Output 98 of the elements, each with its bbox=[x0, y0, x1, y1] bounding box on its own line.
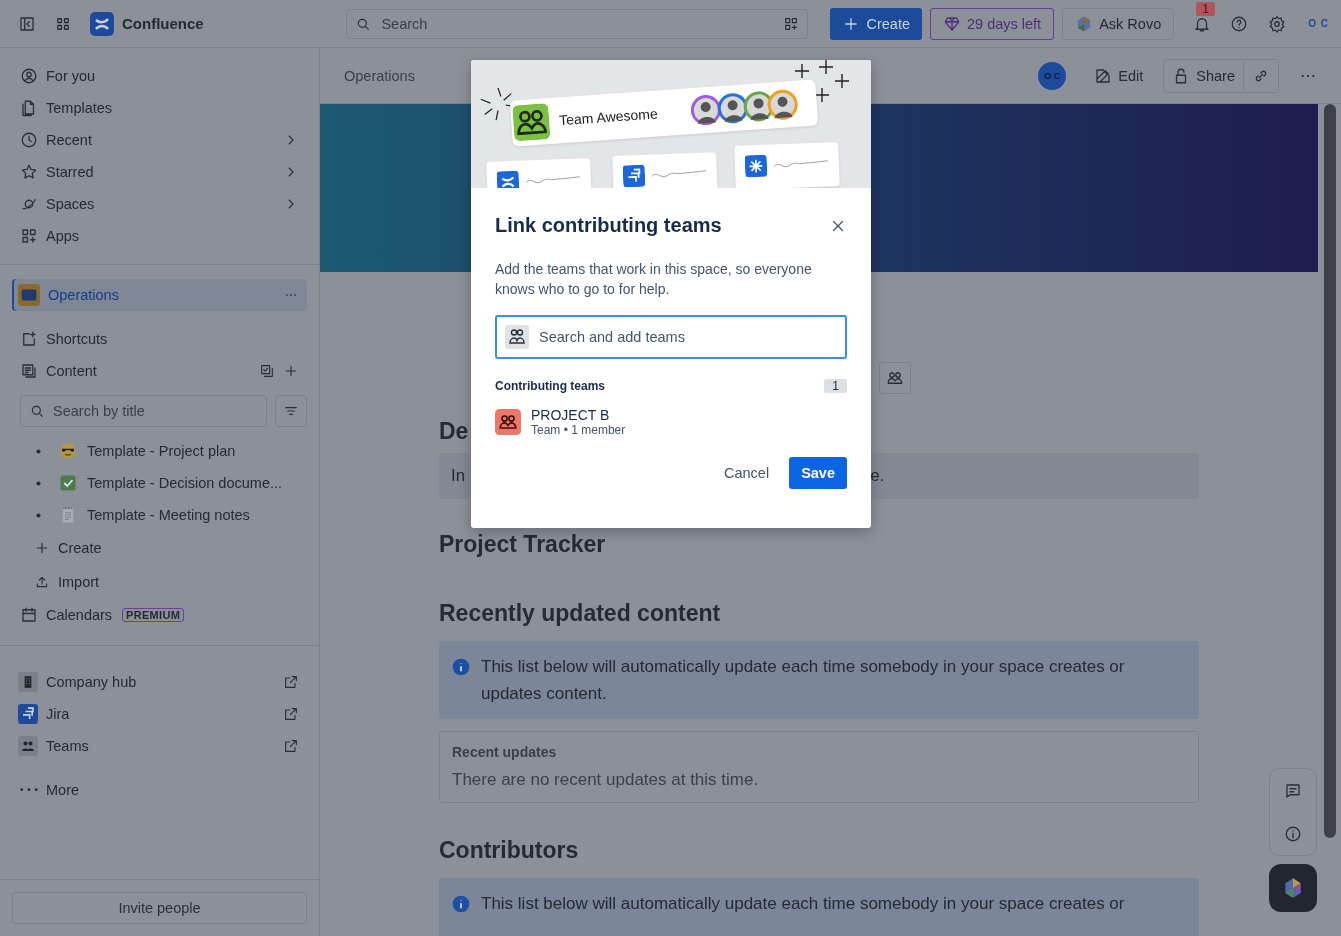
dialog-title: Link contributing teams bbox=[495, 214, 722, 237]
rovo-button[interactable] bbox=[1269, 864, 1317, 912]
checkbox-icon[interactable] bbox=[259, 363, 275, 379]
sidebar-toggle-icon[interactable] bbox=[18, 14, 36, 33]
panel-text: e. bbox=[870, 466, 885, 486]
scrollbar-thumb[interactable] bbox=[1323, 104, 1336, 838]
teams-button[interactable] bbox=[879, 362, 911, 394]
section-heading: Project Tracker bbox=[439, 531, 607, 558]
check-emoji-icon bbox=[59, 474, 77, 492]
premium-badge: PREMIUM bbox=[122, 608, 185, 622]
save-button[interactable]: Save bbox=[789, 457, 847, 489]
building-icon bbox=[18, 672, 38, 692]
page-item[interactable]: Template - Meeting notes bbox=[12, 499, 307, 531]
section-heading: De bbox=[439, 418, 469, 445]
plus-icon bbox=[34, 540, 50, 556]
jira-icon bbox=[18, 704, 38, 724]
nav-item[interactable]: Templates bbox=[12, 92, 307, 124]
bullet-icon bbox=[36, 448, 41, 454]
apps-icon bbox=[20, 227, 38, 245]
nav-item[interactable]: Apps bbox=[12, 220, 307, 252]
bullet-icon bbox=[36, 480, 41, 486]
star-icon bbox=[20, 163, 38, 181]
ask-rovo-button[interactable]: Ask Rovo bbox=[1062, 7, 1175, 40]
team-search-field[interactable]: Search and add teams bbox=[495, 315, 847, 359]
action-item[interactable]: Import bbox=[12, 565, 307, 599]
edit-button[interactable]: Edit bbox=[1086, 59, 1152, 92]
nav-item[interactable]: Calendars PREMIUM bbox=[12, 599, 307, 631]
create-button[interactable]: Create bbox=[830, 7, 922, 40]
invite-people-button[interactable]: Invite people bbox=[12, 892, 307, 924]
pencil-icon bbox=[1094, 66, 1113, 85]
external-link-icon[interactable] bbox=[283, 706, 299, 722]
profile-avatar[interactable]: O C bbox=[1308, 18, 1329, 29]
dialog-description: Add the teams that work in this space, so everyone knows who to go to for help. bbox=[495, 260, 813, 299]
gem-icon bbox=[943, 14, 961, 33]
team-search-input[interactable]: Search and add teams bbox=[537, 328, 837, 346]
page-item[interactable]: Template - Decision docume... bbox=[12, 467, 307, 499]
notification-count: 1 bbox=[1196, 1, 1215, 16]
external-link-icon[interactable] bbox=[283, 738, 299, 754]
nav-item[interactable]: Content bbox=[12, 355, 307, 387]
search-input[interactable]: Search bbox=[379, 14, 776, 33]
app-link[interactable]: Jira bbox=[12, 698, 307, 730]
nav-item[interactable]: Spaces bbox=[12, 188, 307, 220]
nav-item[interactable]: Starred bbox=[12, 156, 307, 188]
card-title: Recent updates bbox=[452, 744, 558, 760]
apps-icon[interactable] bbox=[783, 15, 800, 32]
content-icon bbox=[20, 362, 38, 380]
product-name[interactable]: Confluence bbox=[122, 15, 204, 32]
info-text: This list below will automatically update each time somebody in your space creates or bbox=[481, 893, 1125, 915]
action-item[interactable]: Create bbox=[12, 531, 307, 565]
plus-icon[interactable] bbox=[283, 363, 299, 379]
more-icon bbox=[20, 788, 38, 792]
breadcrumb[interactable]: Operations bbox=[344, 67, 415, 84]
nav-item[interactable]: For you bbox=[12, 60, 307, 92]
calendar-icon bbox=[20, 606, 38, 624]
nav-item[interactable]: More bbox=[12, 774, 307, 806]
trial-button[interactable]: 29 days left bbox=[930, 7, 1055, 40]
info-text: This list below will automatically update each time somebody in your space creates or updates content. bbox=[481, 656, 1126, 705]
empty-message: There are no recent updates at this time. bbox=[452, 770, 760, 790]
section-heading: Recently updated content bbox=[439, 600, 722, 627]
bullet-icon bbox=[36, 512, 41, 518]
cancel-button[interactable]: Cancel bbox=[712, 457, 782, 489]
shortcut-icon bbox=[20, 330, 38, 348]
upload-icon bbox=[34, 574, 50, 590]
team-icon bbox=[512, 103, 551, 142]
space-icon bbox=[18, 284, 40, 306]
team-icon bbox=[505, 325, 529, 349]
section-label: Contributing teams bbox=[495, 379, 605, 393]
comment-icon[interactable] bbox=[1284, 781, 1302, 800]
nav-item[interactable]: Recent bbox=[12, 124, 307, 156]
info-icon[interactable] bbox=[1284, 824, 1302, 843]
sunglasses-emoji-icon bbox=[59, 442, 77, 460]
search-field[interactable]: Search bbox=[346, 8, 809, 39]
team-name: PROJECT B bbox=[531, 407, 611, 423]
snowflake-icon bbox=[744, 154, 768, 178]
team-meta: Team • 1 member bbox=[531, 423, 626, 437]
team-icon bbox=[886, 369, 904, 387]
person-icon bbox=[20, 67, 38, 85]
clock-icon bbox=[20, 131, 38, 149]
space-item[interactable]: Operations bbox=[12, 279, 307, 311]
page-item[interactable]: Template - Project plan bbox=[12, 435, 307, 467]
team-icon bbox=[18, 736, 38, 756]
search-icon bbox=[29, 403, 45, 419]
confluence-logo-icon[interactable] bbox=[90, 11, 114, 36]
help-icon[interactable] bbox=[1230, 14, 1249, 33]
info-icon bbox=[451, 894, 471, 914]
external-link-icon[interactable] bbox=[283, 674, 299, 690]
info-icon bbox=[451, 657, 471, 677]
team-name: Team Awesome bbox=[558, 105, 659, 129]
app-link[interactable]: Company hub bbox=[12, 666, 307, 698]
app-link[interactable]: Teams bbox=[12, 730, 307, 762]
settings-icon[interactable] bbox=[1268, 14, 1287, 33]
team-icon bbox=[495, 409, 521, 435]
section-heading: Contributors bbox=[439, 837, 580, 864]
search-field[interactable]: Search by title bbox=[20, 395, 267, 427]
search-input[interactable]: Search by title bbox=[51, 402, 258, 420]
panel-text: In bbox=[451, 466, 466, 486]
team-count-badge: 1 bbox=[824, 379, 847, 393]
nav-item[interactable]: Shortcuts bbox=[12, 323, 307, 355]
